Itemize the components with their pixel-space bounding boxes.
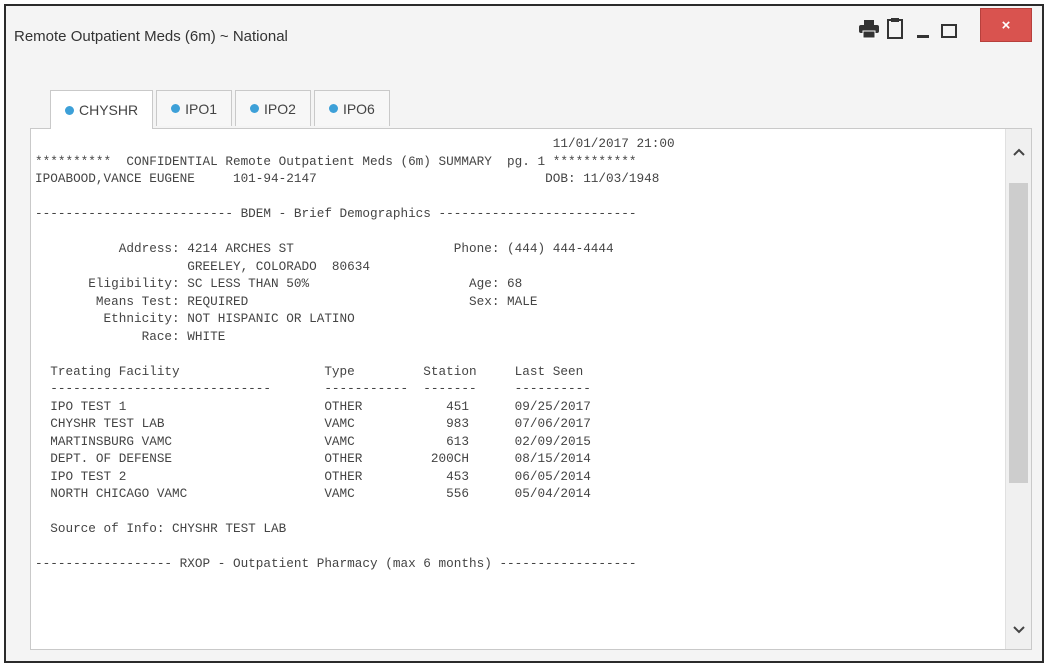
report-line: Means Test: REQUIRED Sex: MALE: [35, 293, 538, 309]
tab-label: IPO6: [342, 100, 375, 117]
report-line: IPO TEST 2 OTHER 453 06/05/2014: [35, 468, 591, 484]
report-line: MARTINSBURG VAMC VAMC 613 02/09/2015: [35, 433, 591, 449]
tab-label: CHYSHR: [79, 102, 139, 118]
tab-label: IPO2: [264, 100, 296, 117]
minimize-icon[interactable]: [912, 16, 934, 42]
report-line: Ethnicity: NOT HISPANIC OR LATINO: [35, 311, 355, 326]
close-icon: ×: [1001, 16, 1011, 34]
site-status-dot-icon: [65, 105, 74, 115]
scrollbar-thumb[interactable]: [1009, 183, 1028, 483]
chevron-down-icon[interactable]: [1006, 617, 1031, 643]
tab-ipo6[interactable]: IPO6: [313, 90, 390, 126]
report-line: [35, 538, 675, 556]
report-line: GREELEY, COLORADO 80634: [35, 258, 371, 274]
report-line: -------------------------- BDEM - Brief …: [35, 206, 637, 221]
report-line: DEPT. OF DEFENSE OTHER 200CH 08/15/2014: [35, 451, 591, 466]
report-line: IPOABOOD,VANCE EUGENE 101-94-2147 DOB: 1…: [35, 171, 660, 186]
print-icon[interactable]: [858, 18, 880, 40]
report-line: Race: WHITE: [35, 328, 226, 344]
tab-label: IPO1: [185, 100, 218, 117]
close-button[interactable]: ×: [980, 8, 1032, 42]
maximize-icon[interactable]: [938, 20, 960, 42]
report-line: [35, 223, 675, 241]
report-text: 11/01/2017 21:00 ********** CONFIDENTIAL …: [35, 135, 675, 573]
title-bar[interactable]: Remote Outpatient Meds (6m) ~ National ×: [6, 6, 1042, 62]
report-line: Address: 4214 ARCHES ST Phone: (444) 444…: [35, 241, 614, 256]
tab-ipo1[interactable]: IPO1: [156, 90, 233, 126]
site-tabs: CHYSHR IPO1 IPO2 IPO6: [50, 90, 390, 129]
report-line: ********** CONFIDENTIAL Remote Outpatien…: [35, 153, 637, 169]
window-title: Remote Outpatient Meds (6m) ~ National: [14, 28, 288, 45]
report-line: [35, 345, 675, 363]
report-line: ----------------------------- ----------…: [35, 381, 591, 396]
report-line: 11/01/2017 21:00: [35, 136, 675, 151]
report-line: NORTH CHICAGO VAMC VAMC 556 05/04/2014: [35, 486, 591, 501]
report-line: [35, 188, 675, 206]
report-panel[interactable]: 11/01/2017 21:00 ********** CONFIDENTIAL …: [30, 128, 1032, 650]
clipboard-icon[interactable]: [885, 16, 905, 40]
report-line: CHYSHR TEST LAB VAMC 983 07/06/2017: [35, 416, 591, 431]
tab-ipo2[interactable]: IPO2: [235, 90, 311, 126]
site-status-dot-icon: [171, 104, 181, 113]
remote-outpatient-meds-window: Remote Outpatient Meds (6m) ~ National ×…: [4, 4, 1044, 663]
site-status-dot-icon: [250, 104, 260, 113]
report-line: [35, 503, 675, 521]
tab-chyshr[interactable]: CHYSHR: [50, 90, 154, 129]
report-line: ------------------ RXOP - Outpatient Pha…: [35, 556, 637, 571]
vertical-scrollbar[interactable]: [1005, 129, 1031, 649]
site-status-dot-icon: [328, 104, 338, 113]
report-line: Treating Facility Type Station Last Seen: [35, 363, 584, 379]
report-line: Source of Info: CHYSHR TEST LAB: [35, 521, 287, 536]
report-line: Eligibility: SC LESS THAN 50% Age: 68: [35, 276, 523, 291]
report-line: IPO TEST 1 OTHER 451 09/25/2017: [35, 398, 591, 414]
chevron-up-icon[interactable]: [1006, 139, 1031, 165]
